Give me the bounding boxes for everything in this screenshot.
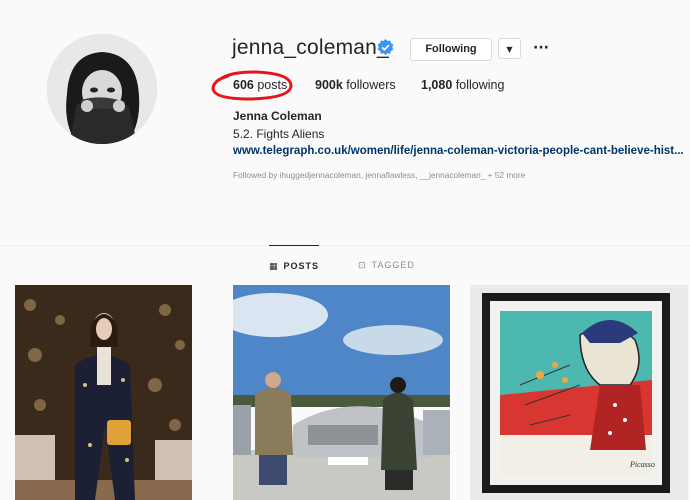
tab-tagged-label: TAGGED	[371, 260, 415, 270]
followers-count: 900k	[315, 78, 343, 92]
followed-by-text[interactable]: Followed by ihuggedjennacoleman, jennafl…	[233, 170, 525, 180]
chevron-down-icon: ▼	[506, 45, 513, 54]
verified-badge-icon	[377, 39, 394, 56]
external-link[interactable]: www.telegraph.co.uk/women/life/jenna-col…	[233, 145, 684, 157]
following-button[interactable]: Following	[410, 38, 492, 61]
username: jenna_coleman_	[232, 36, 389, 59]
followers-label: followers	[346, 78, 396, 92]
following-label: following	[455, 78, 505, 92]
suggestions-dropdown-button[interactable]: ▼	[498, 38, 521, 59]
posts-count-stat: 606 posts	[233, 78, 287, 92]
grid-icon: ▦	[269, 262, 279, 272]
profile-avatar[interactable]	[47, 34, 157, 144]
more-options-button[interactable]: ···	[532, 39, 550, 57]
posts-label: posts	[257, 78, 288, 92]
following-count: 1,080	[421, 78, 453, 92]
post-tile-1[interactable]	[15, 285, 192, 500]
posts-count: 606	[233, 78, 254, 92]
followed-by-prefix: Followed by	[233, 170, 278, 180]
bio-text: 5.2. Fights Aliens	[233, 127, 325, 141]
ellipsis-icon: ···	[533, 40, 549, 56]
tab-tagged[interactable]: ⊡ TAGGED	[358, 245, 415, 283]
tag-icon: ⊡	[358, 261, 367, 271]
full-name: Jenna Coleman	[233, 109, 322, 123]
followed-by-more: + 52 more	[487, 170, 526, 180]
post-tile-2[interactable]	[233, 285, 450, 500]
artwork-signature: Picasso	[629, 460, 655, 469]
tab-posts[interactable]: ▦ POSTS	[269, 245, 320, 284]
post-tile-3[interactable]: Picasso	[470, 285, 688, 500]
followed-by-users: ihuggedjennacoleman, jennaflawless, __je…	[279, 170, 486, 180]
tabs-divider	[0, 245, 690, 246]
followers-stat[interactable]: 900k followers	[315, 78, 396, 92]
following-stat[interactable]: 1,080 following	[421, 78, 504, 92]
tab-posts-label: POSTS	[283, 261, 320, 271]
